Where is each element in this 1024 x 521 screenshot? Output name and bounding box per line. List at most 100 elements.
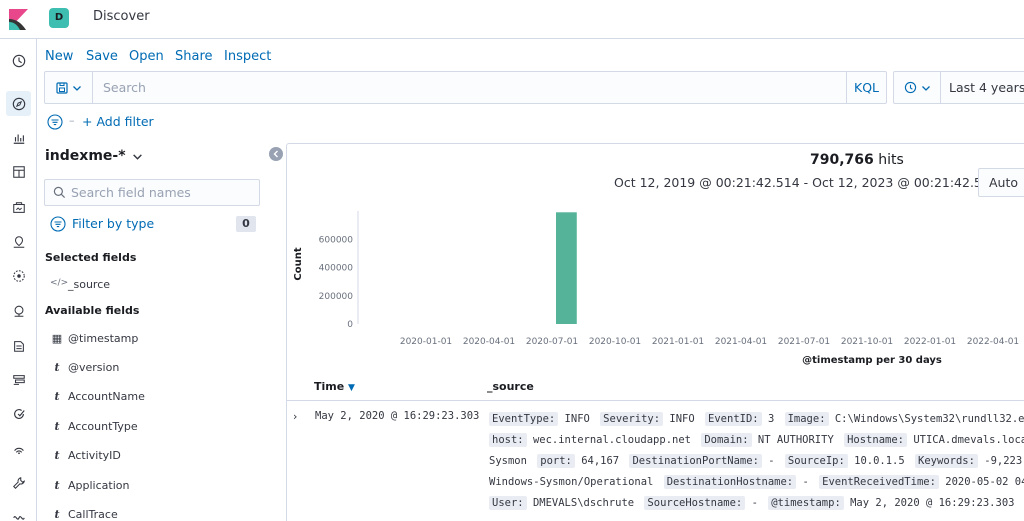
source-field-value: INFO [669,413,695,425]
field-item-source[interactable]: </> _source [45,275,275,295]
x-tick-label: 2020-10-01 [589,337,641,347]
apm-icon[interactable] [6,367,31,392]
open-button[interactable]: Open [129,49,164,64]
maps-icon[interactable] [6,229,31,254]
quick-select-button[interactable] [894,72,941,103]
source-field-key: Image: [784,412,829,426]
source-field-value: - [802,476,809,488]
collapse-sidebar-button[interactable] [269,147,283,161]
source-field-key: DestinationPortName: [629,454,762,468]
source-line: Sysmon port: 64,167 DestinationPortName:… [489,451,1024,472]
source-field-value: Windows-Sysmon/Operational [489,476,654,488]
add-filter-button[interactable]: + Add filter [82,114,154,129]
ml-icon[interactable] [6,263,31,288]
source-field-value: - [768,455,775,467]
clock-icon[interactable] [6,48,31,73]
index-pattern-label: indexme-* [45,148,126,164]
time-column-header[interactable]: Time ▼ [314,380,355,393]
field-item-accounttype[interactable]: t AccountType [45,417,275,437]
source-line: Windows-Sysmon/Operational DestinationHo… [489,472,1024,493]
x-tick-label: 2021-07-01 [778,337,830,347]
results-panel: 790,766 hits Oct 12, 2019 @ 00:21:42.514… [286,143,1024,521]
field-item-calltrace[interactable]: t CallTrace [45,505,275,521]
space-avatar[interactable]: D [49,8,69,28]
y-tick-label: 0 [347,320,353,330]
date-picker: Last 4 years [893,71,1024,104]
source-field-key: SourceHostname: [644,496,746,510]
kql-toggle-button[interactable]: KQL [846,72,886,103]
source-field-value: 2020-05-02 04:29: [945,476,1024,488]
interval-select[interactable]: Auto [978,168,1024,197]
wrench-icon[interactable] [6,470,31,495]
infrastructure-icon[interactable] [6,298,31,323]
field-name: CallTrace [68,508,118,521]
chevron-right-icon[interactable]: › [293,410,297,423]
chevron-down-icon [921,85,930,91]
clock-icon [904,81,916,94]
search-input[interactable] [94,72,849,103]
x-tick-label: 2022-01-01 [904,337,956,347]
field-sidebar: indexme-* Filter by type 0 Selected fiel… [37,140,285,521]
inspect-button[interactable]: Inspect [224,49,271,64]
top-nav-menu: New Save Open Share Inspect [37,40,1024,70]
field-item-accountname[interactable]: t AccountName [45,387,275,407]
calendar-icon: ▦ [51,332,63,345]
save-disk-icon [55,81,68,94]
source-field-value: INFO [564,413,590,425]
source-field-key: EventType: [489,412,559,426]
source-field-key: SourceIp: [784,454,848,468]
hits-count: 790,766 [810,152,874,168]
filter-by-type-button[interactable]: Filter by type 0 [45,215,257,235]
doc-table-header: Time ▼ _source [287,376,1024,401]
save-button[interactable]: Save [86,49,118,64]
source-line: host: wec.internal.cloudapp.net Domain: … [489,430,1024,451]
source-field-key: Keywords: [915,454,978,468]
visualize-icon[interactable] [6,125,31,150]
dashboard-icon[interactable] [6,159,31,184]
filter-by-type-label: Filter by type [72,216,155,231]
canvas-icon[interactable] [6,195,31,220]
source-field-value: UTICA.dmevals.local [913,434,1024,446]
source-field-value: wec.internal.cloudapp.net [532,434,691,446]
index-pattern-selector[interactable]: indexme-* [45,148,143,164]
compass-icon[interactable] [6,91,31,116]
siem-icon[interactable] [6,435,31,460]
monitoring-icon[interactable] [6,504,31,521]
share-button[interactable]: Share [175,49,213,64]
string-type-icon: t [54,449,60,462]
saved-query-button[interactable] [45,72,93,103]
y-tick-label: 200000 [319,292,354,302]
hits-label: hits [878,152,904,168]
source-field-value: 3 [767,413,775,425]
sort-down-icon[interactable]: ▼ [348,383,355,393]
kibana-logo-icon[interactable] [0,0,36,39]
string-type-icon: t [54,390,60,403]
histogram-bar[interactable] [556,212,577,324]
field-item-activityid[interactable]: t ActivityID [45,446,275,466]
field-item-version[interactable]: t @version [45,358,275,378]
field-item-application[interactable]: t Application [45,476,275,496]
date-range-label[interactable]: Last 4 years [949,80,1024,95]
code-icon: </> [50,278,69,288]
source-line: EventType: INFO Severity: INFO EventID: … [489,409,1024,430]
y-axis-label: Count [293,247,304,280]
field-search-input[interactable] [71,180,257,205]
uptime-icon[interactable] [6,401,31,426]
top-header: D Discover [0,0,1024,39]
logs-icon[interactable] [6,333,31,358]
x-tick-label: 2022-04-01 [967,337,1019,347]
source-field-key: @timestamp: [768,496,844,510]
row-timestamp: May 2, 2020 @ 16:29:23.303 [315,410,480,422]
chevron-down-icon [72,85,81,91]
new-button[interactable]: New [45,49,73,64]
string-type-icon: t [54,479,60,492]
x-tick-label: 2021-01-01 [652,337,704,347]
filter-options-icon[interactable] [46,113,64,131]
source-field-key: Domain: [701,433,752,447]
source-field-key: EventReceivedTime: [819,475,939,489]
filter-icon [50,216,66,232]
time-column-label: Time [314,380,345,393]
field-name: @timestamp [68,332,139,345]
field-item-timestamp[interactable]: ▦ @timestamp [45,329,275,349]
breadcrumb-discover: Discover [93,9,150,24]
